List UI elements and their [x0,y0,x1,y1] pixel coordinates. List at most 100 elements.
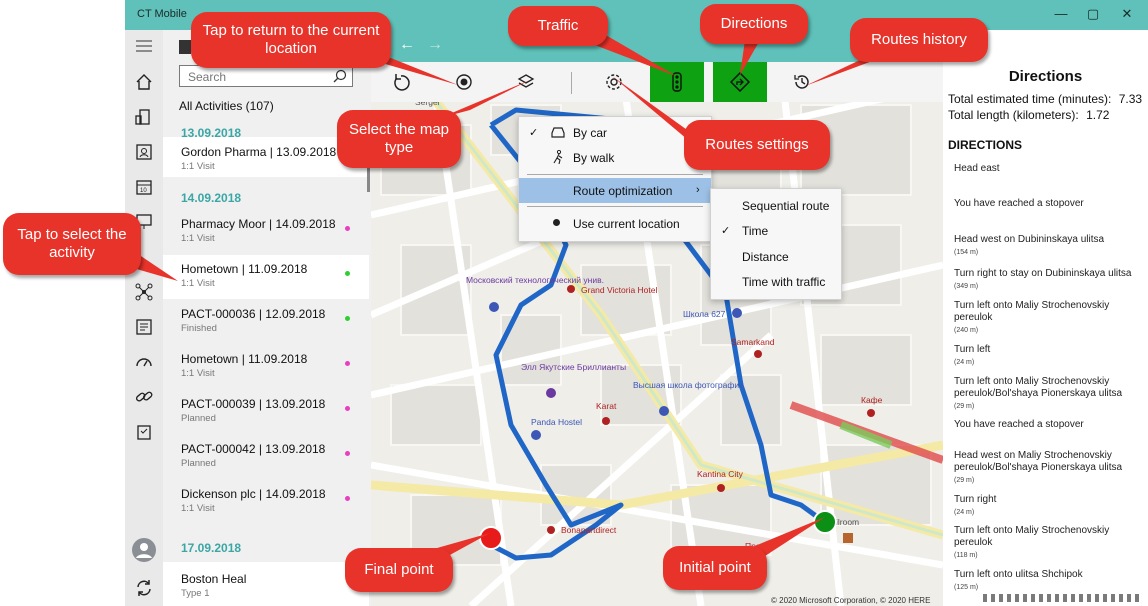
status-dot [345,316,350,321]
directions-button[interactable] [713,62,767,102]
direction-step: Turn left onto ulitsa Shchipok (125 m) [954,569,1083,591]
direction-step: Head west on Dubininskaya ulitsa (154 m) [954,234,1105,256]
map-label: Kantina City [697,469,744,479]
menu-item-label: Distance [742,250,789,264]
list-item[interactable]: Hometown | 11.09.2018 1:1 Visit [163,345,369,389]
traffic-button[interactable] [650,62,704,102]
refresh-icon [394,74,410,91]
list-item-title: Boston Heal [181,572,247,586]
menu-item-label: By walk [573,151,615,165]
network-icon[interactable] [125,280,163,304]
link-icon[interactable] [125,385,163,409]
hamburger-menu-icon[interactable] [125,34,163,58]
directions-panel: Directions Total estimated time (minutes… [943,62,1148,606]
list-item[interactable]: Pharmacy Moor | 14.09.2018 1:1 Visit [163,210,369,254]
list-item-title: Hometown | 11.09.2018 [181,352,308,366]
layers-icon [517,74,535,88]
list-item-title: Pharmacy Moor | 14.09.2018 [181,217,336,231]
minimize-button[interactable]: — [1051,6,1071,21]
map-label: Школа 627 [683,309,726,319]
callout-return-location: Tap to return to the current location [191,12,391,68]
map-label: Samarkand [731,337,775,347]
map-type-button[interactable] [499,62,553,102]
initial-point-marker [813,510,837,534]
callout-routes-history: Routes history [850,18,988,62]
search-icon[interactable] [333,69,347,83]
avatar[interactable] [125,538,163,562]
direction-step: You have reached a stopover [954,419,1084,430]
directions-heading: DIRECTIONS [948,138,1023,152]
list-item-subtitle: 1:1 Visit [181,161,215,172]
list-item[interactable]: Dickenson plc | 14.09.2018 1:1 Visit [163,480,369,524]
menu-item-by-walk[interactable]: By walk [519,145,711,170]
direction-step: Turn right to stay on Dubininskaya ulits… [954,268,1132,290]
forward-arrow-icon[interactable]: → [427,36,443,54]
checkmark-icon: ✓ [721,225,731,237]
panel-back-icon[interactable] [179,40,191,54]
direction-step: You have reached a stopover [954,198,1084,209]
date-group-header: 14.09.2018 [181,191,242,205]
menu-item-distance[interactable]: Distance [711,244,841,269]
list-item-selected[interactable]: Hometown | 11.09.2018 1:1 Visit [163,255,369,299]
list-item-title: Hometown | 11.09.2018 [181,262,308,276]
total-length-value: 1.72 [1086,108,1110,122]
chevron-right-icon: › [696,184,700,196]
close-button[interactable]: ✕ [1117,6,1137,22]
status-dot [345,496,350,501]
current-location-button[interactable] [437,62,491,102]
checklist-icon[interactable] [125,420,163,444]
calendar-icon[interactable]: 10 [125,175,163,199]
list-item-subtitle: Type 1 [181,588,210,599]
list-item-title: Dickenson plc | 14.09.2018 [181,487,326,501]
sync-icon[interactable] [125,576,163,600]
list-item-subtitle: Planned [181,413,216,424]
status-dot [345,406,350,411]
walk-icon [553,150,563,164]
car-icon [551,127,565,138]
map-label: Кафе [861,395,883,405]
direction-step: Turn left onto Maliy Strochenovskiy pere… [954,525,1110,559]
contacts-icon[interactable] [125,140,163,164]
callout-initial-point: Initial point [663,546,767,590]
final-point-marker [479,526,503,550]
total-length-row: Total length (kilometers): 1.72 [948,108,1109,122]
map-label: Grand Victoria Hotel [581,285,657,295]
total-time-label: Total estimated time (minutes): [948,92,1112,106]
menu-item-by-car[interactable]: ✓ By car [519,120,711,145]
list-item-subtitle: 1:1 Visit [181,503,215,514]
refresh-button[interactable] [375,62,429,102]
menu-item-time[interactable]: ✓ Time [711,218,841,243]
target-icon [456,74,472,90]
menu-item-use-current-location[interactable]: Use current location [519,211,711,236]
dashboard-icon[interactable] [125,350,163,374]
menu-divider [527,174,703,175]
restore-button[interactable]: ▢ [1083,6,1103,22]
svg-text:10: 10 [140,188,147,194]
list-item[interactable]: Boston Heal Type 1 [163,562,369,606]
home-icon[interactable] [125,70,163,94]
route-settings-menu: ✓ By car By walk Route optimization › Us… [518,116,712,242]
menu-item-label: Time with traffic [742,275,826,289]
list-item[interactable]: PACT-000036 | 12.09.2018 Finished [163,300,369,344]
reports-icon[interactable] [125,315,163,339]
routes-history-button[interactable] [775,62,829,102]
status-dot [345,271,350,276]
menu-item-route-optimization[interactable]: Route optimization › [519,178,711,203]
total-time-row: Total estimated time (minutes): 7.33 [948,92,1142,106]
menu-item-sequential[interactable]: Sequential route [711,193,841,218]
map-toolbar [371,62,943,102]
map-label: Karat [596,401,617,411]
callout-directions: Directions [700,4,808,44]
search-input[interactable]: Search [179,65,353,87]
list-item[interactable]: PACT-000042 | 13.09.2018 Planned [163,435,369,479]
map-label: ilroom [836,517,859,527]
route-settings-button[interactable] [587,62,641,102]
app-title: CT Mobile [137,8,187,20]
list-item[interactable]: PACT-000039 | 13.09.2018 Planned [163,390,369,434]
menu-item-time-with-traffic[interactable]: Time with traffic [711,269,841,294]
callout-routes-settings: Routes settings [684,120,830,170]
back-arrow-icon[interactable]: ← [399,36,415,54]
direction-step: Head west on Maliy Strochenovskiy pereul… [954,450,1123,484]
accounts-icon[interactable] [125,105,163,129]
list-item-subtitle: 1:1 Visit [181,368,215,379]
